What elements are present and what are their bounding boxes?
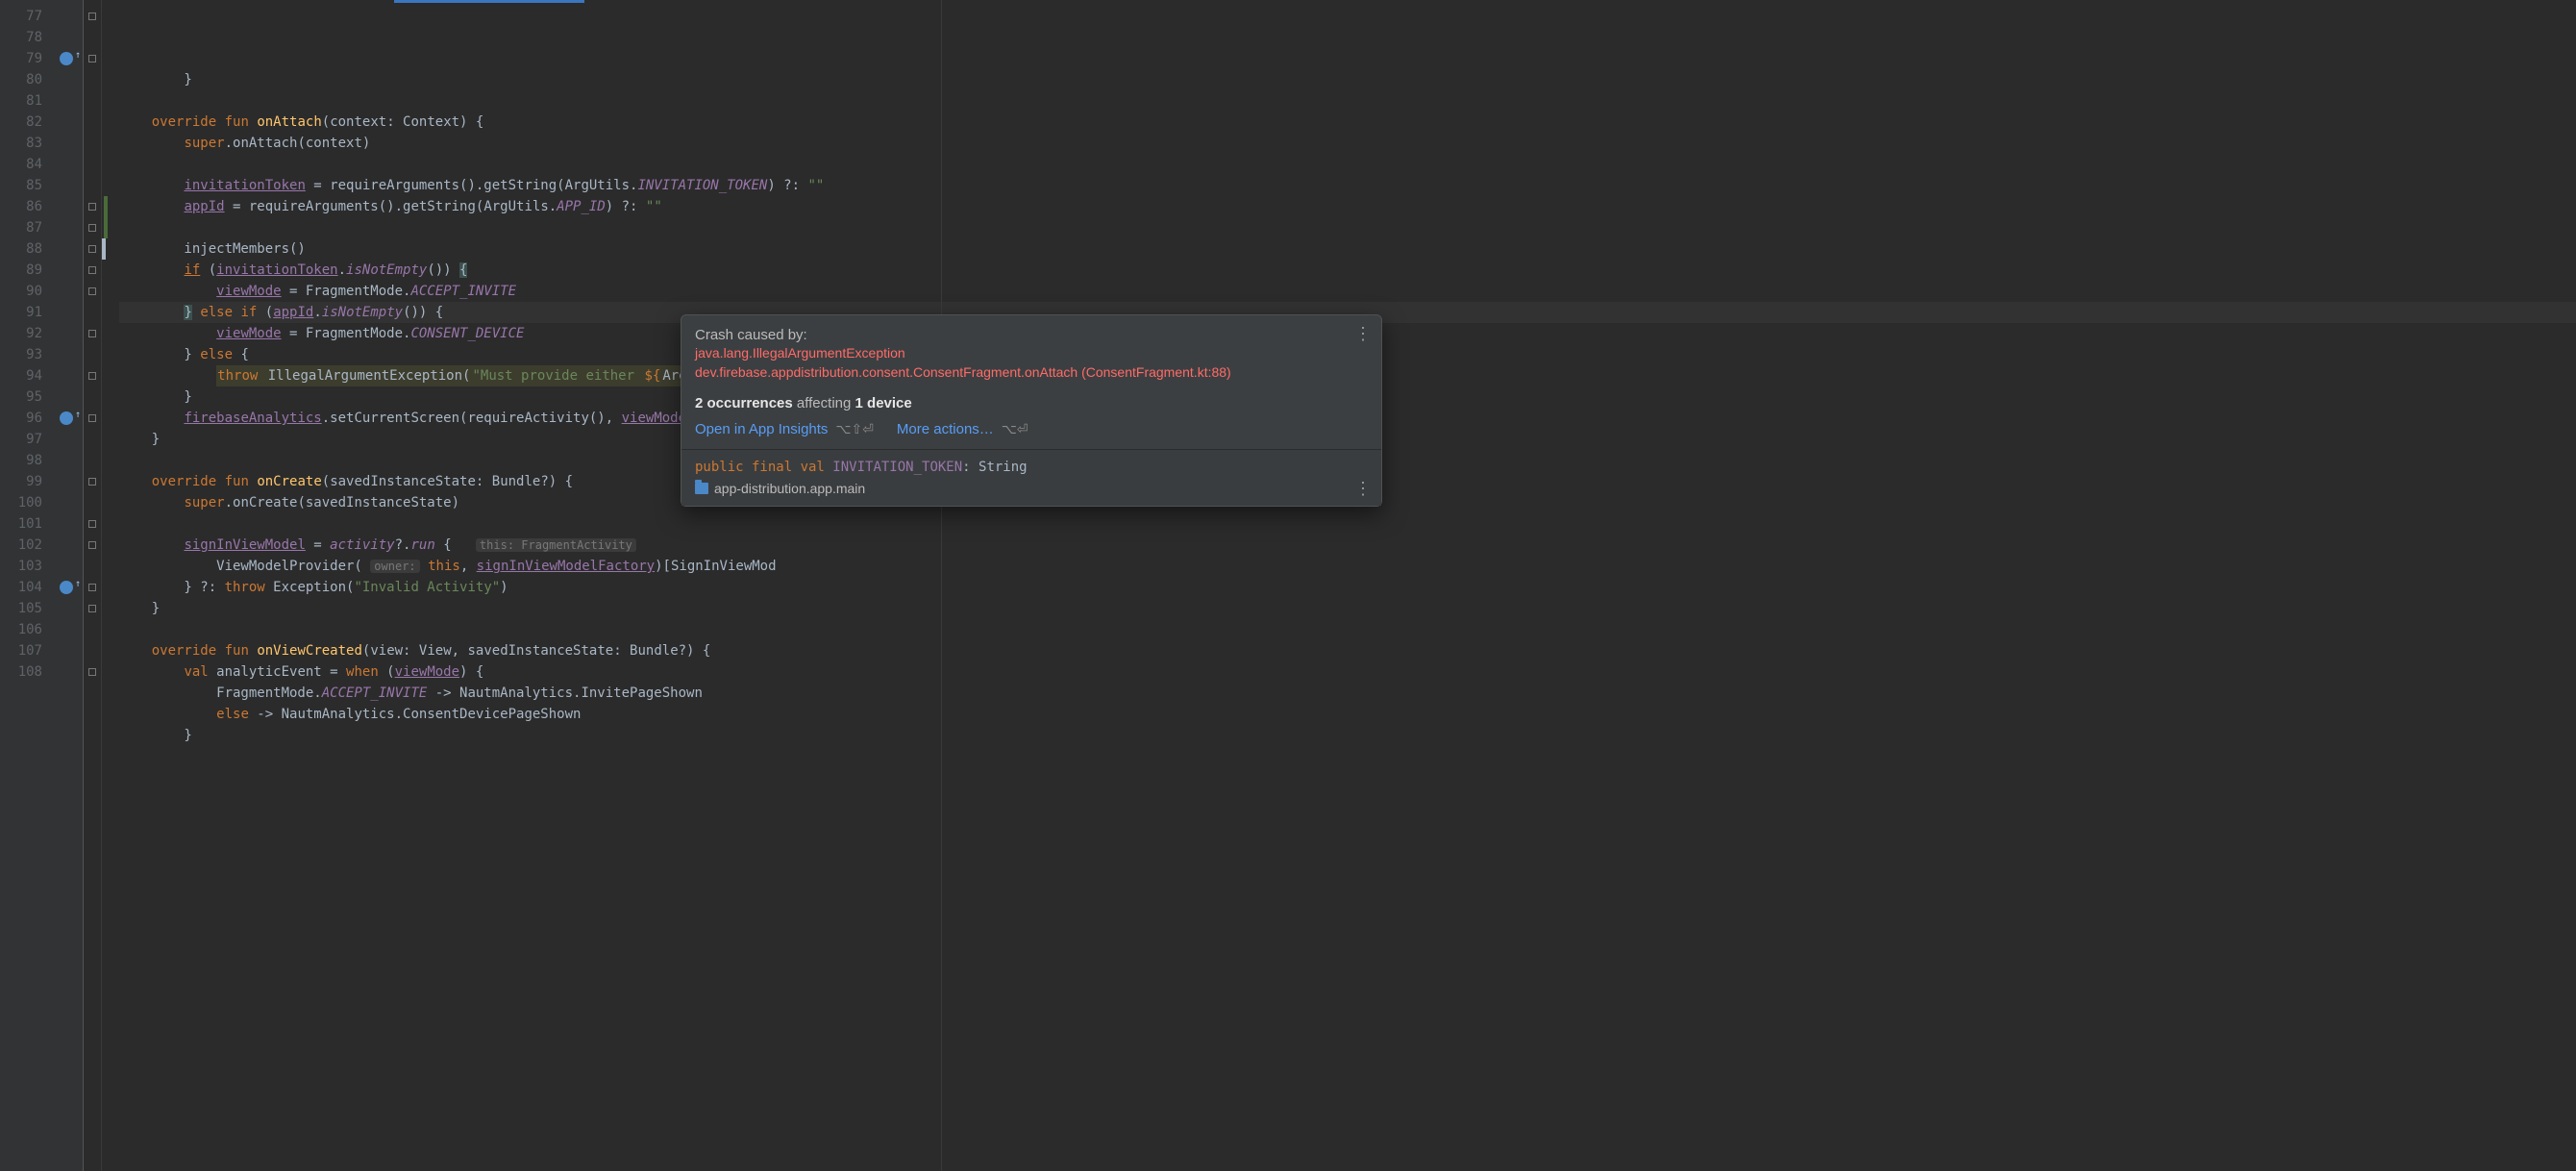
code-line[interactable]: } [119,69,2576,90]
fold-handle-icon[interactable] [88,245,96,253]
code-editor[interactable]: 7778798081828384858687888990919293949596… [0,0,2576,1171]
line-number[interactable]: 107 [0,640,42,661]
line-number[interactable]: 87 [0,217,42,238]
line-number[interactable]: 103 [0,556,42,577]
vcs-change-mark [104,196,108,217]
open-app-insights-link[interactable]: Open in App Insights [695,421,828,437]
line-number[interactable]: 82 [0,112,42,133]
code-line[interactable] [119,154,2576,175]
line-number[interactable]: 88 [0,238,42,260]
popup-stats: 2 occurrences affecting 1 device [681,387,1381,419]
line-number[interactable]: 78 [0,27,42,48]
fold-handle-icon[interactable] [88,414,96,422]
line-number[interactable]: 104 [0,577,42,598]
caret-gutter-mark [102,238,106,260]
fold-handle-icon[interactable] [88,584,96,591]
popup-location: dev.firebase.appdistribution.consent.Con… [695,362,1368,382]
line-number[interactable]: 93 [0,344,42,365]
fold-handle-icon[interactable] [88,541,96,549]
code-line[interactable]: override fun onAttach(context: Context) … [119,112,2576,133]
gutter-icons[interactable] [58,0,83,1171]
line-number[interactable]: 89 [0,260,42,281]
line-number[interactable]: 79 [0,48,42,69]
shortcut-open: ⌥⇧⏎ [835,421,874,436]
code-line[interactable] [119,90,2576,112]
code-line[interactable]: signInViewModel = activity?.run { this: … [119,535,2576,556]
line-number[interactable]: 98 [0,450,42,471]
line-number[interactable]: 95 [0,386,42,408]
line-number[interactable]: 85 [0,175,42,196]
line-number[interactable]: 90 [0,281,42,302]
crash-insight-popup: ⋮ Crash caused by: java.lang.IllegalArgu… [681,314,1382,507]
code-line[interactable]: injectMembers() [119,238,2576,260]
code-line[interactable]: if (invitationToken.isNotEmpty()) { [119,260,2576,281]
code-line[interactable] [119,217,2576,238]
more-actions-link[interactable]: More actions… [897,421,994,437]
fold-handle-icon[interactable] [88,224,96,232]
vcs-gutter [102,0,110,1171]
line-number[interactable]: 86 [0,196,42,217]
line-number[interactable]: 102 [0,535,42,556]
right-margin-guide [941,0,942,1171]
line-number[interactable]: 77 [0,6,42,27]
code-line[interactable]: FragmentMode.ACCEPT_INVITE -> NautmAnaly… [119,683,2576,704]
line-number[interactable]: 80 [0,69,42,90]
line-number[interactable]: 96 [0,408,42,429]
fold-handle-icon[interactable] [88,478,96,486]
code-area[interactable]: } override fun onAttach(context: Context… [110,0,2576,1171]
line-number[interactable]: 84 [0,154,42,175]
line-number[interactable]: 97 [0,429,42,450]
fold-handle-icon[interactable] [88,203,96,211]
code-line[interactable]: invitationToken = requireArguments().get… [119,175,2576,196]
line-number[interactable]: 101 [0,513,42,535]
line-number[interactable]: 99 [0,471,42,492]
vcs-change-mark [104,217,108,238]
code-line[interactable] [119,513,2576,535]
line-number[interactable]: 91 [0,302,42,323]
fold-handle-icon[interactable] [88,372,96,380]
line-number[interactable]: 105 [0,598,42,619]
line-number[interactable]: 81 [0,90,42,112]
code-line[interactable] [119,619,2576,640]
line-number-gutter[interactable]: 7778798081828384858687888990919293949596… [0,0,58,1171]
line-number[interactable]: 100 [0,492,42,513]
line-number[interactable]: 106 [0,619,42,640]
code-line[interactable]: val analyticEvent = when (viewMode) { [119,661,2576,683]
line-number[interactable]: 83 [0,133,42,154]
fold-handle-icon[interactable] [88,668,96,676]
code-line[interactable]: ViewModelProvider( owner: this, signInVi… [119,556,2576,577]
code-line[interactable]: super.onAttach(context) [119,133,2576,154]
popup-footer-more-icon[interactable]: ⋮ [1354,481,1372,498]
popup-title: Crash caused by: [695,327,1368,343]
fold-handle-icon[interactable] [88,605,96,612]
fold-gutter[interactable] [83,0,102,1171]
fold-handle-icon[interactable] [88,266,96,274]
override-gutter-icon[interactable] [60,581,73,594]
module-location: app-distribution.app.main [695,481,1368,496]
line-number[interactable]: 94 [0,365,42,386]
occurrence-count: 2 occurrences [695,395,793,411]
code-line[interactable]: viewMode = FragmentMode.ACCEPT_INVITE [119,281,2576,302]
fold-handle-icon[interactable] [88,55,96,62]
fold-handle-icon[interactable] [88,287,96,295]
override-gutter-icon[interactable] [60,411,73,425]
popup-exception: java.lang.IllegalArgumentException [695,343,1368,362]
override-gutter-icon[interactable] [60,52,73,65]
module-folder-icon [695,483,708,494]
code-line[interactable]: } [119,725,2576,746]
fold-handle-icon[interactable] [88,330,96,337]
code-line[interactable]: appId = requireArguments().getString(Arg… [119,196,2576,217]
code-line[interactable]: override fun onViewCreated(view: View, s… [119,640,2576,661]
fold-handle-icon[interactable] [88,12,96,20]
fold-handle-icon[interactable] [88,520,96,528]
code-line[interactable]: else -> NautmAnalytics.ConsentDevicePage… [119,704,2576,725]
code-line[interactable]: } [119,598,2576,619]
shortcut-more: ⌥⏎ [1002,421,1028,436]
line-number[interactable]: 108 [0,661,42,683]
code-line[interactable]: } ?: throw Exception("Invalid Activity") [119,577,2576,598]
device-count: 1 device [855,395,912,411]
declaration-signature: public final val INVITATION_TOKEN: Strin… [695,460,1368,475]
line-number[interactable]: 92 [0,323,42,344]
